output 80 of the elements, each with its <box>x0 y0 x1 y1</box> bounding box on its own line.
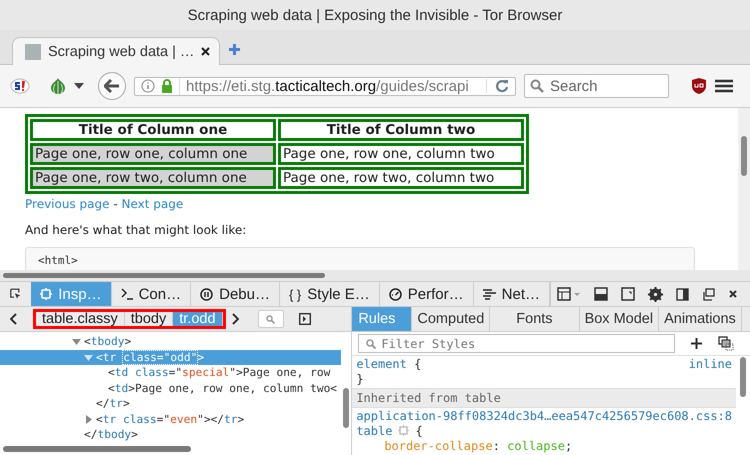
back-arrow-icon <box>104 79 120 93</box>
info-icon[interactable] <box>141 79 155 93</box>
chevron-left-icon[interactable] <box>10 313 18 325</box>
shield-icon[interactable] <box>691 77 707 95</box>
opening-brace: { <box>415 424 423 438</box>
search-field[interactable]: Search <box>524 74 669 98</box>
scrollbar[interactable] <box>740 357 746 397</box>
closing-brace: } <box>356 372 364 386</box>
pause-icon <box>200 288 214 300</box>
paragraph: And here's what that might look like: <box>25 223 248 237</box>
menu-icon[interactable] <box>715 79 733 93</box>
markup-line[interactable]: </tbody> <box>84 427 138 442</box>
dropdown-caret-icon[interactable] <box>74 83 84 89</box>
scrollbar[interactable] <box>3 273 325 278</box>
dock-side-icon[interactable] <box>676 288 689 300</box>
separate-window-icon[interactable] <box>702 288 715 300</box>
markup-line[interactable]: </tr> <box>96 396 130 412</box>
favicon-icon <box>25 44 41 60</box>
devtools-tab[interactable]: Con… <box>112 282 192 306</box>
onion-icon[interactable] <box>50 77 66 95</box>
reload-icon[interactable] <box>486 79 509 93</box>
responsive-view-icon[interactable] <box>621 287 635 301</box>
collapsed-arrow-icon[interactable] <box>84 414 93 424</box>
rule-selector: element { <box>356 356 422 370</box>
markup-line[interactable]: <tbody> <box>84 334 132 350</box>
search-icon <box>266 314 276 324</box>
network-icon <box>482 288 496 300</box>
table-cell: Page one, row one, column two <box>278 143 524 165</box>
new-tab-icon[interactable] <box>228 43 241 56</box>
pager-separator: - <box>112 197 119 211</box>
pick-element-icon[interactable] <box>10 287 22 301</box>
scrollbar[interactable] <box>741 136 747 176</box>
add-rule-icon[interactable] <box>691 338 702 349</box>
sidebar-tab[interactable]: Computed <box>412 307 490 331</box>
rule-source-link[interactable]: inline <box>688 356 732 370</box>
devtools-tab[interactable]: { } Style E… <box>280 282 380 306</box>
devtools-tab[interactable]: Debu… <box>191 282 280 306</box>
markup-line[interactable]: <td>Page one, row one, column two< <box>108 380 338 396</box>
split-console-icon[interactable] <box>594 287 608 301</box>
sidebar-tab[interactable]: Animations <box>659 307 742 331</box>
pseudo-class-icon[interactable] <box>718 336 734 351</box>
sidebar-tab[interactable]: Fonts <box>490 307 580 331</box>
inherited-header: Inherited from table <box>352 388 736 408</box>
scrollbar[interactable] <box>343 388 350 428</box>
pager-link[interactable]: Previous page <box>25 197 110 211</box>
table-cell: Page one, row two, column two <box>278 167 524 189</box>
chevron-right-icon[interactable] <box>230 313 239 325</box>
back-button[interactable] <box>98 72 126 100</box>
search-button[interactable] <box>258 310 284 328</box>
devtools-tab[interactable]: Perfor… <box>380 282 474 306</box>
table-cell: Page one, row one, column one <box>30 143 276 165</box>
rule-selector: table <box>356 424 392 438</box>
close-icon[interactable] <box>728 289 738 299</box>
sidebar-tab[interactable]: Box Model <box>580 307 660 331</box>
gauge-icon <box>388 288 402 300</box>
toggle-sidebar-icon[interactable] <box>298 313 311 325</box>
column-header: Title of Column one <box>30 119 276 141</box>
pager-link[interactable]: Next page <box>121 197 184 211</box>
console-icon <box>120 288 133 300</box>
url-text: https://eti.stg.tacticaltech.org/guides/scrapi <box>179 78 480 94</box>
markup-line[interactable]: <td class="special">Page one, row <box>108 365 330 380</box>
lock-icon <box>161 79 173 93</box>
column-header: Title of Column two <box>278 119 524 141</box>
markup-line[interactable]: <tr class="even"></tr> <box>96 412 244 427</box>
table-cell: Page one, row two, column one <box>30 167 276 189</box>
settings-icon[interactable] <box>648 286 663 302</box>
inspector-icon <box>40 288 52 300</box>
address-bar[interactable]: https://eti.stg.tacticaltech.org/guides/scrapi <box>134 76 516 96</box>
window-title: Scraping web data | Exposing the Invisible - Tor Browser <box>188 6 562 24</box>
devtools-tab[interactable]: Net… <box>474 282 550 306</box>
code-block: <html> <box>25 247 695 270</box>
css-declaration: border-collapse: collapse; <box>383 438 572 452</box>
close-icon[interactable] <box>201 47 210 56</box>
frame-select-icon[interactable] <box>557 287 581 301</box>
browser-tab[interactable]: Scraping web data | … <box>12 37 220 65</box>
breadcrumb[interactable]: table.classy <box>36 312 125 326</box>
scrollbar[interactable] <box>3 446 191 452</box>
shield-logo-icon[interactable] <box>10 78 30 94</box>
filter-field[interactable]: Filter Styles <box>358 334 676 353</box>
rule-source-link[interactable]: application-98ff08324dc3b4…eea547c4256579ec608.css:8 <box>356 408 732 422</box>
